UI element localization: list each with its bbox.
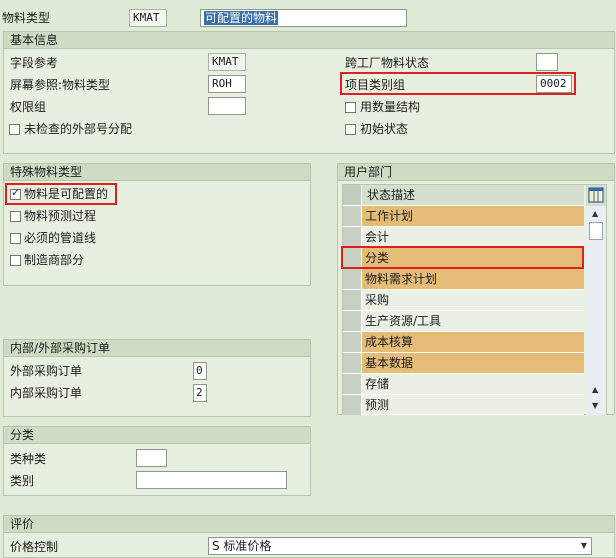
- screen-ref-label: 屏幕参照:物料类型: [10, 78, 111, 92]
- manufacturer-part-checkbox[interactable]: [10, 255, 21, 266]
- material-type-desc-field[interactable]: 可配置的物料: [200, 9, 407, 27]
- valuation-title: 评价: [4, 516, 614, 533]
- column-settings-button[interactable]: [586, 185, 606, 206]
- price-control-label: 价格控制: [10, 540, 59, 554]
- classification-title: 分类: [4, 427, 310, 444]
- dept-row-label: 生产资源/工具: [365, 314, 442, 328]
- price-control-dropdown[interactable]: S 标准价格 ▼: [208, 537, 592, 555]
- cross-plant-field[interactable]: [536, 53, 558, 71]
- unchecked-ext-checkbox[interactable]: [9, 124, 20, 135]
- item-cat-group-highlight: [340, 72, 576, 95]
- scroll-thumb[interactable]: [589, 222, 603, 240]
- dept-row-costing[interactable]: 成本核算: [343, 332, 584, 353]
- field-ref-label: 字段参考: [10, 56, 59, 70]
- screen-ref-field[interactable]: ROH: [208, 75, 246, 93]
- internal-po-field[interactable]: 2: [193, 384, 207, 402]
- user-dept-title: 用户部门: [338, 164, 614, 181]
- column-header: 状态描述: [367, 188, 416, 202]
- dept-table-header: 状态描述: [343, 185, 584, 206]
- auth-group-label: 权限组: [10, 100, 47, 114]
- row-selector[interactable]: [343, 290, 362, 310]
- row-selector[interactable]: [343, 332, 362, 352]
- material-type-label: 物料类型: [2, 11, 51, 25]
- auth-group-field[interactable]: [208, 97, 246, 115]
- dept-row-label: 采购: [365, 293, 390, 307]
- row-selector[interactable]: [343, 206, 362, 226]
- pipeline-checkbox[interactable]: [10, 233, 21, 244]
- dept-row-label: 工作计划: [365, 209, 414, 223]
- pipeline-label: 必须的管道线: [24, 231, 97, 245]
- unchecked-ext-label: 未检查的外部号分配: [24, 122, 133, 136]
- table-settings-icon: [588, 187, 604, 203]
- forecast-checkbox[interactable]: [10, 211, 21, 222]
- special-material-title: 特殊物料类型: [4, 164, 310, 181]
- row-selector[interactable]: [343, 311, 362, 331]
- row-selector[interactable]: [343, 269, 362, 289]
- dept-scrollbar[interactable]: ▲ ▲ ▼: [586, 206, 606, 415]
- material-type-code-field: KMAT: [129, 9, 167, 27]
- scroll-down-small-icon[interactable]: ▲: [592, 386, 598, 394]
- select-all-cell[interactable]: [343, 185, 362, 205]
- chevron-down-icon[interactable]: ▼: [581, 542, 587, 550]
- dept-row-label: 会计: [365, 230, 390, 244]
- scroll-down-icon[interactable]: ▼: [592, 402, 598, 410]
- configurable-highlight: [5, 183, 117, 205]
- row-selector[interactable]: [343, 353, 362, 373]
- price-control-value: S 标准价格: [212, 539, 272, 553]
- dept-row-label: 成本核算: [365, 335, 414, 349]
- class-label: 类别: [10, 474, 35, 488]
- initial-status-label: 初始状态: [360, 122, 409, 136]
- dept-row-label: 物料需求计划: [365, 272, 438, 286]
- dept-row-work-plan[interactable]: 工作计划: [343, 206, 584, 227]
- purchase-order-title: 内部/外部采购订单: [4, 340, 310, 357]
- row-selector[interactable]: [343, 227, 362, 247]
- dept-row-label: 存储: [365, 377, 390, 391]
- initial-status-checkbox[interactable]: [345, 124, 356, 135]
- external-po-field[interactable]: 0: [193, 362, 207, 380]
- row-selector[interactable]: [343, 395, 362, 415]
- dept-row-accounting[interactable]: 会计: [343, 227, 584, 248]
- dept-row-mrp[interactable]: 物料需求计划: [343, 269, 584, 290]
- dept-row-purchasing[interactable]: 采购: [343, 290, 584, 311]
- dept-row-label: 预测: [365, 398, 390, 412]
- class-field[interactable]: [136, 471, 287, 489]
- basic-info-title: 基本信息: [4, 32, 614, 49]
- class-type-field[interactable]: [136, 449, 167, 467]
- row-selector[interactable]: [343, 374, 362, 394]
- qty-structure-label: 用数量结构: [360, 100, 421, 114]
- manufacturer-part-label: 制造商部分: [24, 253, 85, 267]
- dept-row-storage[interactable]: 存储: [343, 374, 584, 395]
- scroll-up-icon[interactable]: ▲: [592, 210, 598, 218]
- material-type-desc-text: 可配置的物料: [204, 11, 279, 25]
- dept-row-prt[interactable]: 生产资源/工具: [343, 311, 584, 332]
- dept-row-forecast[interactable]: 预测: [343, 395, 584, 415]
- external-po-label: 外部采购订单: [10, 364, 83, 378]
- field-ref-field[interactable]: KMAT: [208, 53, 246, 71]
- cross-plant-label: 跨工厂物料状态: [345, 56, 430, 70]
- class-type-label: 类种类: [10, 452, 47, 466]
- internal-po-label: 内部采购订单: [10, 386, 83, 400]
- dept-row-label: 基本数据: [365, 356, 414, 370]
- classification-row-highlight: [341, 246, 584, 269]
- dept-row-basic-data[interactable]: 基本数据: [343, 353, 584, 374]
- forecast-label: 物料预测过程: [24, 209, 97, 223]
- qty-structure-checkbox[interactable]: [345, 102, 356, 113]
